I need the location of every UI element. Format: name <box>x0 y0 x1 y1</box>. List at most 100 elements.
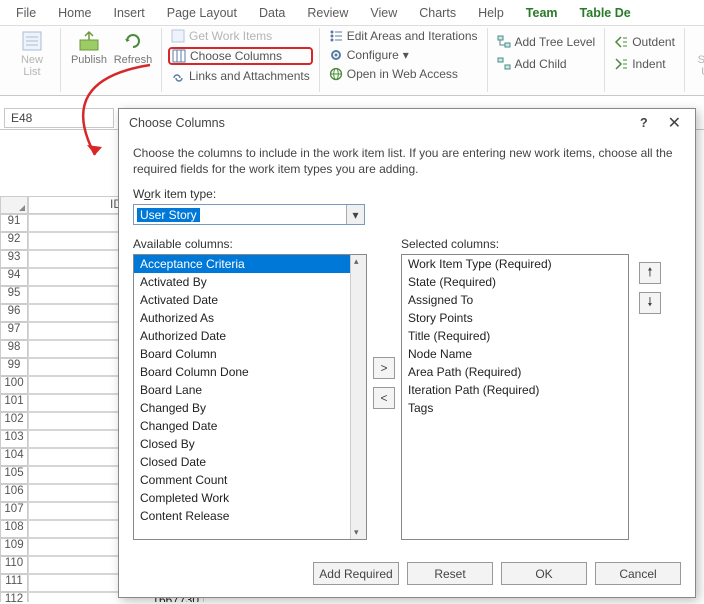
list-item[interactable]: Closed Date <box>134 453 366 471</box>
ok-button[interactable]: OK <box>501 562 587 585</box>
tab-insert[interactable]: Insert <box>104 2 155 24</box>
row-header[interactable]: 98 <box>0 340 28 358</box>
list-item[interactable]: Assigned To <box>402 291 628 309</box>
row-header[interactable]: 92 <box>0 232 28 250</box>
list-item[interactable]: Closed By <box>134 435 366 453</box>
row-header[interactable]: 103 <box>0 430 28 448</box>
tab-table-design[interactable]: Table De <box>570 2 641 24</box>
reset-button[interactable]: Reset <box>407 562 493 585</box>
move-down-button[interactable]: 🠗 <box>639 292 661 314</box>
add-child-button[interactable]: Add Child <box>494 56 599 72</box>
row-header[interactable]: 101 <box>0 394 28 412</box>
indent-button[interactable]: Indent <box>611 56 678 72</box>
select-all-corner[interactable] <box>0 196 28 214</box>
row-header[interactable]: 96 <box>0 304 28 322</box>
tab-help[interactable]: Help <box>468 2 514 24</box>
globe-icon <box>329 67 343 81</box>
cancel-button[interactable]: Cancel <box>595 562 681 585</box>
row-header[interactable]: 94 <box>0 268 28 286</box>
help-button[interactable]: ? <box>640 116 648 130</box>
available-columns-list[interactable]: Acceptance CriteriaActivated ByActivated… <box>133 254 367 540</box>
tab-review[interactable]: Review <box>297 2 358 24</box>
row-header[interactable]: 109 <box>0 538 28 556</box>
list-item[interactable]: Activated By <box>134 273 366 291</box>
row-header[interactable]: 99 <box>0 358 28 376</box>
tab-data[interactable]: Data <box>249 2 295 24</box>
dialog-footer: Add Required Reset OK Cancel <box>119 552 695 597</box>
list-item[interactable]: Changed Date <box>134 417 366 435</box>
list-item[interactable]: Changed By <box>134 399 366 417</box>
list-item[interactable]: Work Item Type (Required) <box>402 255 628 273</box>
links-attachments-button[interactable]: Links and Attachments <box>168 68 313 84</box>
outdent-icon <box>614 35 628 49</box>
list-item[interactable]: Board Lane <box>134 381 366 399</box>
add-required-button[interactable]: Add Required <box>313 562 399 585</box>
list-item[interactable]: Authorized As <box>134 309 366 327</box>
list-item[interactable]: Tags <box>402 399 628 417</box>
selected-columns-list[interactable]: Work Item Type (Required)State (Required… <box>401 254 629 540</box>
hierarchy-icon <box>497 35 511 49</box>
new-list-button[interactable]: New List <box>10 28 54 78</box>
outdent-button[interactable]: Outdent <box>611 34 678 50</box>
refresh-icon <box>122 30 144 52</box>
move-right-button[interactable]: > <box>373 357 395 379</box>
list-item[interactable]: Content Release <box>134 507 366 525</box>
row-header[interactable]: 105 <box>0 466 28 484</box>
list-item[interactable]: Activated Date <box>134 291 366 309</box>
choose-columns-button[interactable]: Choose Columns <box>168 47 313 65</box>
publish-button[interactable]: Publish <box>67 28 111 66</box>
row-header[interactable]: 102 <box>0 412 28 430</box>
row-header[interactable]: 97 <box>0 322 28 340</box>
row-header[interactable]: 111 <box>0 574 28 592</box>
list-item[interactable]: Iteration Path (Required) <box>402 381 628 399</box>
list-item[interactable]: Area Path (Required) <box>402 363 628 381</box>
close-button[interactable]: ✕ <box>662 113 687 133</box>
tab-home[interactable]: Home <box>48 2 101 24</box>
refresh-button[interactable]: Refresh <box>111 28 155 66</box>
row-header[interactable]: 112 <box>0 592 28 602</box>
list-item[interactable]: Story Points <box>402 309 628 327</box>
list-item[interactable]: Acceptance Criteria <box>134 255 366 273</box>
dialog-title: Choose Columns <box>129 116 225 130</box>
row-header[interactable]: 108 <box>0 520 28 538</box>
row-header[interactable]: 104 <box>0 448 28 466</box>
list-item[interactable]: Board Column Done <box>134 363 366 381</box>
publish-icon <box>78 30 100 52</box>
edit-areas-button[interactable]: Edit Areas and Iterations <box>326 28 481 44</box>
list-item[interactable]: Title (Required) <box>402 327 628 345</box>
row-header[interactable]: 100 <box>0 376 28 394</box>
row-header[interactable]: 91 <box>0 214 28 232</box>
row-header[interactable]: 106 <box>0 484 28 502</box>
row-header[interactable]: 93 <box>0 250 28 268</box>
work-item-type-combo[interactable]: User Story ▾ <box>133 204 365 225</box>
move-left-button[interactable]: < <box>373 387 395 409</box>
edit-areas-label: Edit Areas and Iterations <box>347 29 478 43</box>
open-web-button[interactable]: Open in Web Access <box>326 66 481 82</box>
row-header[interactable]: 107 <box>0 502 28 520</box>
tab-file[interactable]: File <box>6 2 46 24</box>
list-icon <box>21 30 43 52</box>
list-item[interactable]: Completed Work <box>134 489 366 507</box>
row-header[interactable]: 110 <box>0 556 28 574</box>
list-item[interactable]: State (Required) <box>402 273 628 291</box>
select-user-button[interactable]: Select User <box>691 28 704 78</box>
scrollbar[interactable] <box>350 255 366 539</box>
add-tree-button[interactable]: Add Tree Level <box>494 34 599 50</box>
move-up-button[interactable]: 🠕 <box>639 262 661 284</box>
name-box[interactable]: E48 <box>4 108 114 128</box>
columns-icon <box>172 49 186 63</box>
list-item[interactable]: Board Column <box>134 345 366 363</box>
tab-team[interactable]: Team <box>516 2 568 24</box>
tab-page-layout[interactable]: Page Layout <box>157 2 247 24</box>
list-item[interactable]: Node Name <box>402 345 628 363</box>
get-work-items-button[interactable]: Get Work Items <box>168 28 313 44</box>
selected-columns-label: Selected columns: <box>401 237 629 251</box>
list-item[interactable]: Authorized Date <box>134 327 366 345</box>
tab-view[interactable]: View <box>360 2 407 24</box>
download-icon <box>171 29 185 43</box>
list-item[interactable]: Comment Count <box>134 471 366 489</box>
outdent-label: Outdent <box>632 35 675 49</box>
tab-charts[interactable]: Charts <box>409 2 466 24</box>
row-header[interactable]: 95 <box>0 286 28 304</box>
configure-button[interactable]: Configure ▾ <box>326 47 481 63</box>
